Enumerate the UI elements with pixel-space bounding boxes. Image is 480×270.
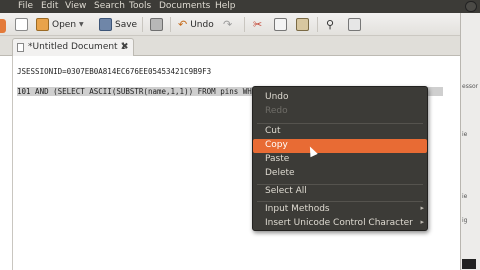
side-panel-text: ie	[462, 131, 468, 138]
find-button[interactable]: ⚲	[326, 16, 334, 33]
context-menu: Undo Redo Cut Copy Paste Delete Select A…	[252, 86, 428, 231]
clipboard-icon	[296, 18, 309, 31]
open-button[interactable]: Open ▼	[36, 16, 84, 33]
redo-arrow-icon: ↷	[223, 18, 233, 31]
window-close-button[interactable]	[465, 1, 477, 12]
document-icon	[17, 43, 24, 52]
toolbar-separator	[170, 17, 171, 32]
menu-separator	[257, 123, 423, 124]
find-replace-icon	[348, 18, 361, 31]
menu-item-redo[interactable]: Redo	[253, 105, 427, 119]
tab-bar: *Untitled Document 1 ✖	[0, 36, 460, 56]
save-label: Save	[115, 19, 138, 30]
open-dropdown-icon[interactable]: ▼	[79, 21, 84, 28]
menu-item-paste[interactable]: Paste	[253, 153, 427, 167]
tab-close-icon[interactable]: ✖	[121, 42, 129, 52]
side-panel-text: essor	[462, 83, 479, 90]
cut-button[interactable]: ✂	[253, 16, 262, 33]
scissors-icon: ✂	[253, 18, 263, 31]
toolbar-separator	[244, 17, 245, 32]
undo-label: Undo	[190, 19, 214, 30]
copy-icon	[274, 18, 287, 31]
panel-close-button[interactable]	[462, 259, 476, 269]
magnifier-icon: ⚲	[326, 18, 335, 31]
tab-untitled-document[interactable]: *Untitled Document 1 ✖	[12, 38, 134, 56]
menu-item-undo[interactable]: Undo	[253, 91, 427, 105]
toolbar-separator	[317, 17, 318, 32]
replace-button[interactable]	[348, 16, 361, 33]
side-panel-text: ie	[462, 193, 468, 200]
menu-item-select-all[interactable]: Select All	[253, 185, 427, 199]
toolbar-separator	[142, 17, 143, 32]
menu-edit[interactable]: Edit	[41, 1, 58, 11]
menu-view[interactable]: View	[65, 1, 86, 11]
new-button[interactable]	[15, 16, 28, 33]
paste-button[interactable]	[296, 16, 309, 33]
menu-item-copy[interactable]: Copy	[253, 139, 427, 153]
tab-title: *Untitled Document 1	[28, 42, 127, 52]
print-button[interactable]	[150, 16, 163, 33]
menu-item-delete[interactable]: Delete	[253, 167, 427, 181]
toolbar: Open ▼ Save ↶ Undo ↷ ✂ ⚲	[0, 13, 460, 36]
open-label: Open	[52, 19, 77, 30]
undo-arrow-icon: ↶	[178, 18, 188, 31]
editor-line-1: JSESSIONID=0307EB0A814EC676EE05453421C9B…	[17, 67, 212, 76]
menu-search[interactable]: Search	[94, 1, 125, 11]
menu-bar: File Edit View Search Tools Documents He…	[0, 0, 480, 13]
menu-tools[interactable]: Tools	[129, 1, 151, 11]
menu-item-input-methods[interactable]: Input Methods ▸	[253, 203, 427, 217]
launcher-edge	[0, 19, 6, 33]
menu-item-cut[interactable]: Cut	[253, 125, 427, 139]
menu-item-insert-unicode[interactable]: Insert Unicode Control Character ▸	[253, 217, 427, 231]
menu-file[interactable]: File	[18, 1, 33, 11]
new-document-icon	[15, 18, 28, 31]
side-panel-text: ig	[462, 217, 468, 224]
copy-button[interactable]	[274, 16, 287, 33]
folder-icon	[36, 18, 49, 31]
save-icon	[99, 18, 112, 31]
redo-button[interactable]: ↷	[223, 16, 232, 33]
printer-icon	[150, 18, 163, 31]
submenu-arrow-icon: ▸	[420, 218, 424, 226]
undo-button[interactable]: ↶ Undo	[178, 16, 214, 33]
menu-documents[interactable]: Documents	[159, 1, 210, 11]
side-panel: essor ie ie ig	[460, 13, 480, 270]
save-button[interactable]: Save	[99, 16, 137, 33]
submenu-arrow-icon: ▸	[420, 204, 424, 212]
menu-help[interactable]: Help	[215, 1, 236, 11]
menu-separator	[257, 201, 423, 202]
